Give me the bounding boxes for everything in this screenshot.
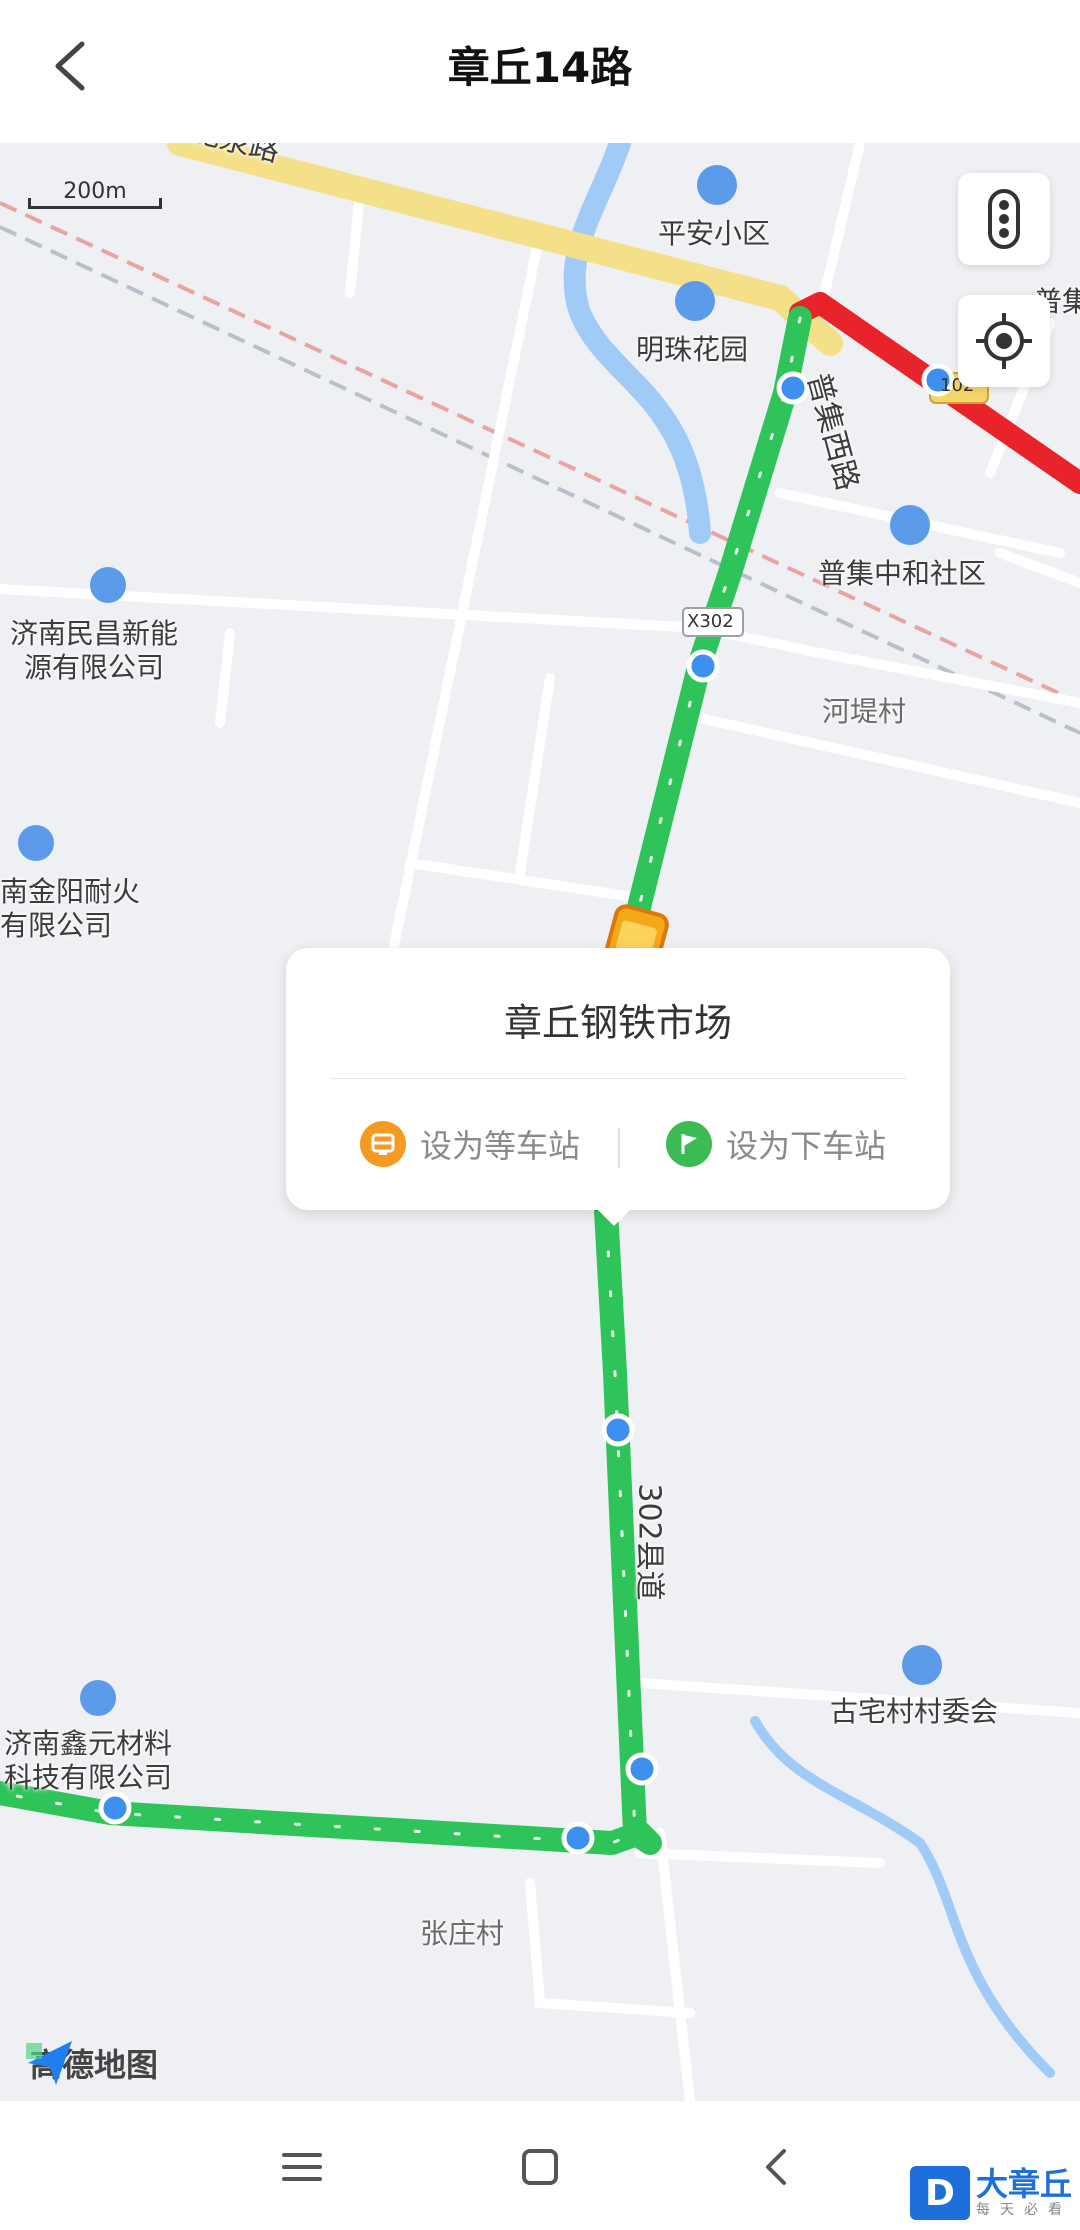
poi-label: 济南鑫元材料 科技有限公司 bbox=[4, 1727, 173, 1794]
amap-logo-icon bbox=[26, 2041, 72, 2085]
back-icon bbox=[766, 2149, 786, 2185]
stop-marker bbox=[625, 1752, 659, 1786]
bus-stop-icon bbox=[360, 1121, 406, 1167]
app-header: 章丘14路 bbox=[0, 0, 1080, 143]
poi-pin bbox=[902, 1645, 942, 1685]
set-alight-station-button[interactable]: 设为下车站 bbox=[666, 1114, 886, 1174]
set-wait-station-label: 设为等车站 bbox=[420, 1127, 581, 1165]
menu-button[interactable] bbox=[272, 2137, 332, 2197]
poi-label: 明珠花园 bbox=[636, 333, 749, 366]
watermark-brand: 大章丘 bbox=[975, 2165, 1072, 2203]
page-title: 章丘14路 bbox=[447, 43, 633, 92]
locate-icon bbox=[976, 313, 1032, 369]
stop-marker bbox=[561, 1821, 595, 1855]
stop-marker bbox=[686, 649, 720, 683]
poi-pin bbox=[18, 825, 54, 861]
poi-pin bbox=[675, 281, 715, 321]
poi-pin bbox=[697, 165, 737, 205]
menu-icon bbox=[282, 2153, 322, 2181]
stop-marker bbox=[601, 1413, 635, 1447]
poi-pin bbox=[890, 505, 930, 545]
amap-logo: 高德地图 bbox=[22, 2033, 158, 2093]
popup-action-separator bbox=[618, 1128, 620, 1168]
road-shield-label: X302 bbox=[687, 611, 734, 632]
road-label: 302县道 bbox=[631, 1483, 667, 1601]
poi-label: 古宅村村委会 bbox=[830, 1695, 999, 1728]
watermark-sub: 每天必看 bbox=[975, 2202, 1072, 2218]
flag-icon bbox=[666, 1121, 712, 1167]
village-label: 河堤村 bbox=[822, 695, 907, 728]
set-alight-station-label: 设为下车站 bbox=[726, 1127, 887, 1165]
village-label: 张庄村 bbox=[420, 1917, 505, 1950]
watermark: D 大章丘 每天必看 bbox=[909, 2160, 1072, 2226]
traffic-toggle-button[interactable] bbox=[958, 173, 1050, 265]
popup-divider bbox=[330, 1078, 906, 1079]
station-popup: 章丘钢铁市场 设为等车站 设为下车站 bbox=[286, 948, 950, 1226]
poi-pin bbox=[80, 1680, 116, 1716]
home-icon bbox=[522, 2149, 558, 2185]
home-button[interactable] bbox=[510, 2137, 570, 2197]
locate-button[interactable] bbox=[958, 295, 1050, 387]
nav-back-button[interactable] bbox=[748, 2137, 808, 2197]
station-name: 章丘钢铁市场 bbox=[503, 1001, 732, 1045]
watermark-logo-icon: D bbox=[909, 2166, 970, 2220]
map-scale: 200m bbox=[28, 179, 162, 209]
poi-pin bbox=[90, 567, 126, 603]
scale-bar bbox=[28, 198, 162, 209]
poi-label: 平安小区 bbox=[658, 217, 771, 250]
poi-label: 济南民昌新能 源有限公司 bbox=[10, 617, 179, 684]
set-wait-station-button[interactable]: 设为等车站 bbox=[360, 1114, 580, 1174]
poi-label: 普集中和社区 bbox=[818, 557, 987, 590]
traffic-light-icon bbox=[988, 189, 1020, 249]
poi-label: 南金阳耐火 有限公司 bbox=[0, 875, 141, 942]
stop-marker bbox=[98, 1791, 132, 1825]
